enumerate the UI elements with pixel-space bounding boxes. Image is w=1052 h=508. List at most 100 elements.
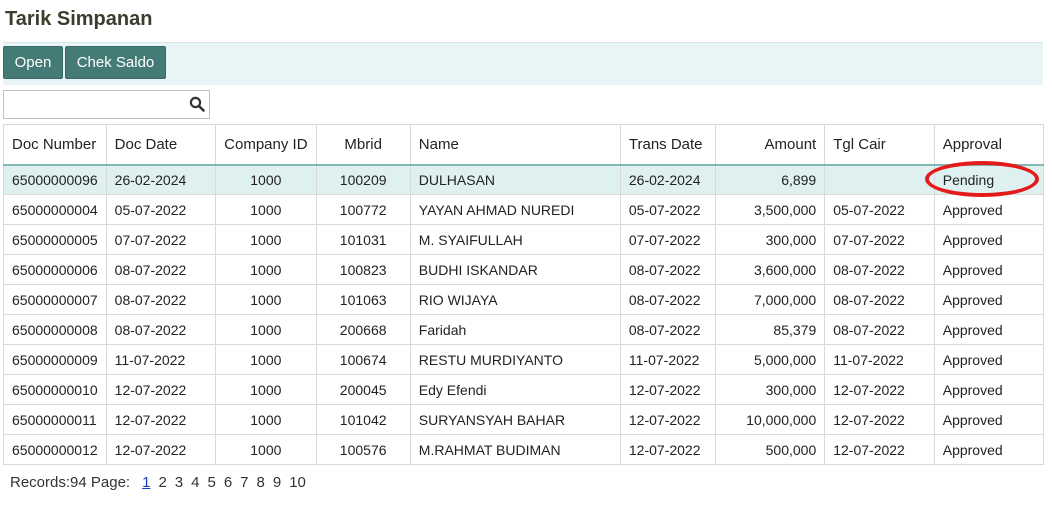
cell-amount: 300,000 <box>714 374 826 405</box>
cell-tgl-cair: 12-07-2022 <box>824 404 935 435</box>
column-header-company-id[interactable]: Company ID <box>215 124 317 166</box>
search-icon[interactable] <box>189 96 205 112</box>
pagination: Records:94 Page: 1 2 3 4 5 6 7 8 9 10 <box>10 474 306 491</box>
cell-mbrid: 100674 <box>315 344 411 375</box>
page-link-3[interactable]: 3 <box>175 474 183 491</box>
cell-amount: 7,000,000 <box>714 284 826 315</box>
cell-name: SURYANSYAH BAHAR <box>409 404 621 435</box>
cell-amount: 3,600,000 <box>714 254 826 285</box>
cell-approval: Approved <box>933 404 1045 435</box>
table-row[interactable]: 65000000005 07-07-2022 1000 101031 M. SYAIFU… <box>3 224 1045 255</box>
cell-name: DULHASAN <box>409 164 621 195</box>
cell-amount: 10,000,000 <box>714 404 826 435</box>
cell-approval: Approved <box>933 314 1045 345</box>
cell-approval: Approved <box>933 224 1045 255</box>
records-table: Doc Number Doc Date Company ID Mbrid Nam… <box>3 124 1045 465</box>
page-link-10[interactable]: 10 <box>289 474 306 491</box>
cell-company-id: 1000 <box>215 374 317 405</box>
cell-doc-date: 12-07-2022 <box>105 434 217 465</box>
page-link-2[interactable]: 2 <box>158 474 166 491</box>
column-header-mbrid[interactable]: Mbrid <box>315 124 411 166</box>
cell-name: RIO WIJAYA <box>409 284 621 315</box>
page-link-8[interactable]: 8 <box>257 474 265 491</box>
search-box <box>3 90 210 119</box>
cell-tgl-cair: 08-07-2022 <box>824 254 935 285</box>
cell-trans-date: 07-07-2022 <box>619 224 716 255</box>
cell-mbrid: 101031 <box>315 224 411 255</box>
cell-doc-number: 65000000008 <box>3 314 107 345</box>
page-title: Tarik Simpanan <box>5 8 153 30</box>
column-header-doc-date[interactable]: Doc Date <box>105 124 217 166</box>
cell-mbrid: 101042 <box>315 404 411 435</box>
cell-doc-number: 65000000009 <box>3 344 107 375</box>
page-link-4[interactable]: 4 <box>191 474 199 491</box>
cell-name: BUDHI ISKANDAR <box>409 254 621 285</box>
cell-mbrid: 200045 <box>315 374 411 405</box>
cell-approval: Approved <box>933 344 1045 375</box>
open-button[interactable]: Open <box>3 46 63 79</box>
cell-trans-date: 05-07-2022 <box>619 194 716 225</box>
page-link-6[interactable]: 6 <box>224 474 232 491</box>
table-row[interactable]: 65000000006 08-07-2022 1000 100823 BUDHI ISK… <box>3 254 1045 285</box>
column-header-name[interactable]: Name <box>409 124 621 166</box>
toolbar: Open Chek Saldo <box>3 42 1043 85</box>
page-link-1[interactable]: 1 <box>142 474 150 491</box>
cell-company-id: 1000 <box>215 284 317 315</box>
cell-doc-date: 08-07-2022 <box>105 254 217 285</box>
cell-amount: 5,000,000 <box>714 344 826 375</box>
cell-company-id: 1000 <box>215 344 317 375</box>
cell-approval: Approved <box>933 284 1045 315</box>
cell-amount: 85,379 <box>714 314 826 345</box>
cell-tgl-cair: 12-07-2022 <box>824 434 935 465</box>
cell-mbrid: 200668 <box>315 314 411 345</box>
cell-doc-date: 08-07-2022 <box>105 284 217 315</box>
table-row[interactable]: 65000000004 05-07-2022 1000 100772 YAYAN AHM… <box>3 194 1045 225</box>
cell-trans-date: 08-07-2022 <box>619 314 716 345</box>
table-header-row: Doc Number Doc Date Company ID Mbrid Nam… <box>3 124 1045 166</box>
cell-mbrid: 101063 <box>315 284 411 315</box>
cell-doc-date: 26-02-2024 <box>105 164 217 195</box>
cell-company-id: 1000 <box>215 314 317 345</box>
cell-doc-number: 65000000005 <box>3 224 107 255</box>
page-label: Page: <box>90 474 131 491</box>
cell-amount: 3,500,000 <box>714 194 826 225</box>
cell-doc-date: 12-07-2022 <box>105 374 217 405</box>
cell-approval: Pending <box>933 164 1045 195</box>
chek-saldo-button[interactable]: Chek Saldo <box>65 46 166 79</box>
table-row[interactable]: 65000000011 12-07-2022 1000 101042 SURYANSYA… <box>3 404 1045 435</box>
column-header-amount[interactable]: Amount <box>714 124 826 166</box>
column-header-tgl-cair[interactable]: Tgl Cair <box>824 124 935 166</box>
cell-mbrid: 100209 <box>315 164 411 195</box>
cell-amount: 500,000 <box>714 434 826 465</box>
table-row[interactable]: 65000000009 11-07-2022 1000 100674 RESTU MUR… <box>3 344 1045 375</box>
column-header-trans-date[interactable]: Trans Date <box>619 124 716 166</box>
page-link-7[interactable]: 7 <box>240 474 248 491</box>
search-input[interactable] <box>6 93 190 117</box>
table-row[interactable]: 65000000008 08-07-2022 1000 200668 Faridah 08… <box>3 314 1045 345</box>
page-link-9[interactable]: 9 <box>273 474 281 491</box>
table-row[interactable]: 65000000007 08-07-2022 1000 101063 RIO WIJAY… <box>3 284 1045 315</box>
cell-tgl-cair <box>824 164 935 195</box>
cell-trans-date: 11-07-2022 <box>619 344 716 375</box>
column-header-approval[interactable]: Approval <box>933 124 1045 166</box>
cell-mbrid: 100772 <box>315 194 411 225</box>
cell-name: Faridah <box>409 314 621 345</box>
table-row[interactable]: 65000000096 26-02-2024 1000 100209 DULHASAN 2… <box>3 164 1045 195</box>
table-row[interactable]: 65000000010 12-07-2022 1000 200045 Edy Efend… <box>3 374 1045 405</box>
cell-doc-number: 65000000012 <box>3 434 107 465</box>
cell-trans-date: 12-07-2022 <box>619 404 716 435</box>
table-row[interactable]: 65000000012 12-07-2022 1000 100576 M.RAHMAT … <box>3 434 1045 465</box>
cell-company-id: 1000 <box>215 404 317 435</box>
cell-doc-number: 65000000006 <box>3 254 107 285</box>
cell-company-id: 1000 <box>215 224 317 255</box>
cell-approval: Approved <box>933 374 1045 405</box>
cell-approval: Approved <box>933 434 1045 465</box>
cell-mbrid: 100823 <box>315 254 411 285</box>
cell-doc-number: 65000000096 <box>3 164 107 195</box>
cell-trans-date: 12-07-2022 <box>619 374 716 405</box>
cell-tgl-cair: 08-07-2022 <box>824 314 935 345</box>
cell-doc-date: 11-07-2022 <box>105 344 217 375</box>
page-link-5[interactable]: 5 <box>207 474 215 491</box>
column-header-doc-number[interactable]: Doc Number <box>3 124 107 166</box>
cell-trans-date: 12-07-2022 <box>619 434 716 465</box>
